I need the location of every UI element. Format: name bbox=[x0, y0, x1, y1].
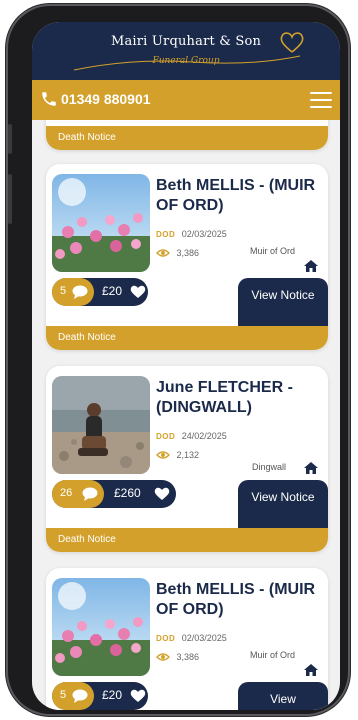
date-text: 24/02/2025 bbox=[181, 431, 227, 441]
deceased-name[interactable]: Beth MELLIS - (MUIR OF ORD) bbox=[156, 580, 324, 620]
dod-label: DOD bbox=[156, 432, 176, 441]
deceased-name[interactable]: Beth MELLIS - (MUIR OF ORD) bbox=[156, 176, 324, 216]
date-text: 02/03/2025 bbox=[181, 633, 227, 643]
deceased-photo[interactable] bbox=[52, 174, 150, 272]
chat-bubble-icon bbox=[72, 285, 88, 299]
card-category-label: Death Notice bbox=[46, 126, 328, 150]
views-text: 3,386 bbox=[176, 247, 199, 258]
tribute-pill[interactable]: 26 £260 bbox=[52, 480, 176, 508]
notice-card: Death Notice bbox=[46, 120, 328, 150]
phone-frame: Mairi Urquhart & Son Funeral Group 01349… bbox=[6, 4, 350, 716]
donation-amount: £260 bbox=[114, 486, 141, 500]
eye-icon bbox=[156, 249, 170, 257]
home-icon bbox=[304, 260, 318, 272]
view-notice-button[interactable]: View bbox=[238, 682, 328, 710]
candle-count: 26 bbox=[60, 487, 73, 499]
deceased-photo[interactable] bbox=[52, 376, 150, 474]
tribute-pill[interactable]: 5 £20 bbox=[52, 278, 148, 306]
home-icon bbox=[304, 664, 318, 676]
heart-icon bbox=[154, 487, 170, 500]
notice-card: Beth MELLIS - (MUIR OF ORD) DOD 02/03/20… bbox=[46, 568, 328, 710]
location-text: Muir of Ord bbox=[250, 650, 296, 660]
phone-side-button bbox=[8, 174, 12, 224]
view-notice-button[interactable]: View Notice bbox=[238, 480, 328, 528]
contact-bar: 01349 880901 bbox=[32, 80, 340, 120]
deceased-photo[interactable] bbox=[52, 578, 150, 676]
heart-icon bbox=[130, 689, 146, 702]
notice-card: Beth MELLIS - (MUIR OF ORD) DOD 02/03/20… bbox=[46, 164, 328, 350]
card-category-label: Death Notice bbox=[46, 326, 328, 350]
donation-amount: £20 bbox=[102, 284, 123, 298]
view-notice-button[interactable]: View Notice bbox=[238, 278, 328, 326]
brand-subtitle: Funeral Group bbox=[152, 56, 220, 66]
phone-icon[interactable] bbox=[40, 90, 58, 108]
logo-header[interactable]: Mairi Urquhart & Son Funeral Group bbox=[32, 22, 340, 80]
card-category-label: Death Notice bbox=[46, 528, 328, 552]
home-icon bbox=[304, 462, 318, 474]
eye-icon bbox=[156, 451, 170, 459]
notice-feed[interactable]: Death Notice Beth MELLIS - (MUIR OF ORD)… bbox=[32, 120, 340, 710]
donation-amount: £20 bbox=[102, 688, 123, 702]
dod-label: DOD bbox=[156, 634, 176, 643]
date-of-death: DOD 24/02/2025 bbox=[156, 426, 227, 441]
chat-bubble-icon bbox=[82, 487, 98, 501]
phone-side-button bbox=[8, 124, 12, 154]
views-text: 2,132 bbox=[176, 449, 199, 460]
notice-card: June FLETCHER - (DINGWALL) DOD 24/02/202… bbox=[46, 366, 328, 552]
view-count: 3,386 bbox=[156, 648, 199, 662]
brand-name: Mairi Urquhart & Son bbox=[110, 34, 262, 49]
candle-count: 5 bbox=[60, 689, 67, 701]
candle-count: 5 bbox=[60, 285, 67, 297]
phone-number-link[interactable]: 01349 880901 bbox=[61, 91, 151, 107]
location-text: Dingwall bbox=[252, 462, 287, 472]
eye-icon bbox=[156, 653, 170, 661]
view-count: 2,132 bbox=[156, 446, 199, 460]
screen: Mairi Urquhart & Son Funeral Group 01349… bbox=[32, 22, 340, 710]
tribute-pill[interactable]: 5 £20 bbox=[52, 682, 148, 710]
deceased-name[interactable]: June FLETCHER - (DINGWALL) bbox=[156, 378, 324, 418]
dod-label: DOD bbox=[156, 230, 176, 239]
chat-bubble-icon bbox=[72, 689, 88, 703]
hamburger-menu-icon[interactable] bbox=[310, 92, 332, 108]
views-text: 3,386 bbox=[176, 651, 199, 662]
location-text: Muir of Ord bbox=[250, 246, 296, 256]
date-of-death: DOD 02/03/2025 bbox=[156, 224, 227, 239]
heart-icon bbox=[130, 285, 146, 298]
date-of-death: DOD 02/03/2025 bbox=[156, 628, 227, 643]
date-text: 02/03/2025 bbox=[181, 229, 227, 239]
view-count: 3,386 bbox=[156, 244, 199, 258]
